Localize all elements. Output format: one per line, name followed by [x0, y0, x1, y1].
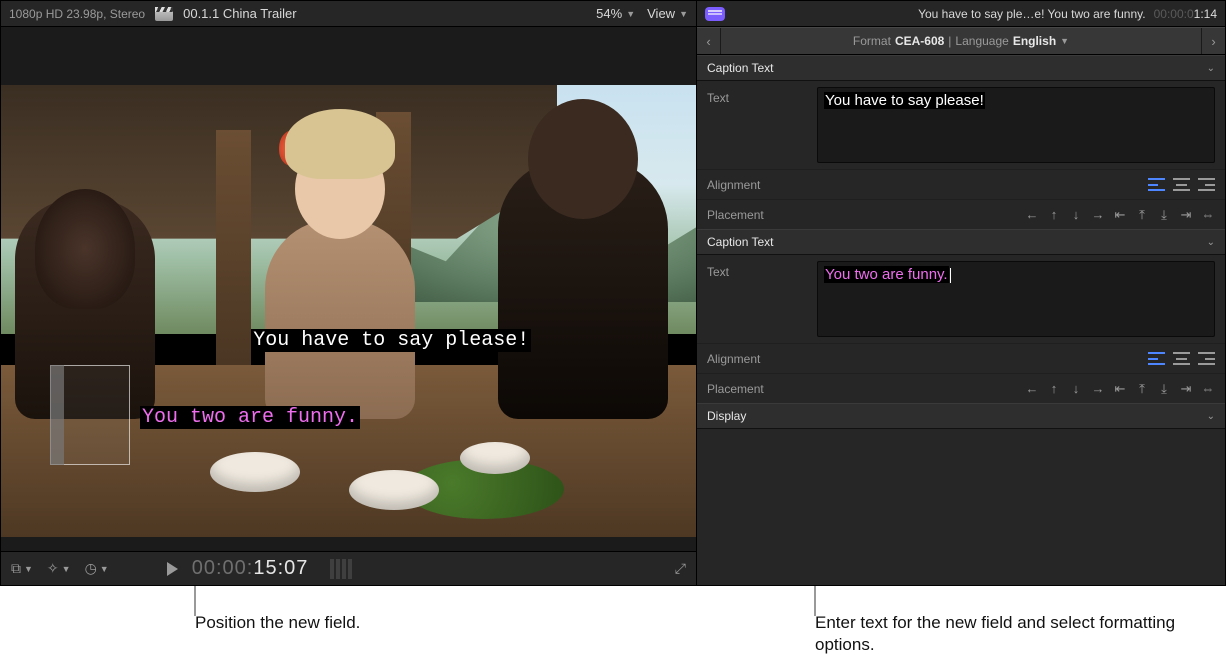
placement-bottom-button[interactable]: ⤓ — [1157, 381, 1171, 397]
play-button[interactable] — [167, 562, 178, 576]
chevron-down-icon: ▼ — [626, 9, 635, 19]
format-language-dropdown[interactable]: Format CEA-608 | Language English ▼ — [721, 34, 1201, 48]
placement-center-button[interactable]: ⇔ — [1201, 381, 1215, 396]
placement-left-button[interactable]: ← — [1025, 381, 1039, 396]
language-label: Language — [955, 34, 1008, 48]
placement-right-button[interactable]: → — [1091, 381, 1105, 396]
chevron-down-icon: ▼ — [679, 9, 688, 19]
annotation-layer: Position the new field. Enter text for t… — [0, 586, 1226, 666]
text-label: Text — [707, 261, 807, 279]
format-language-bar: ‹ Format CEA-608 | Language English ▼ › — [697, 27, 1225, 55]
caption-text-input-1[interactable]: You have to say please! — [817, 87, 1215, 163]
placement-row-2: Placement ← ↑ ↓ → ⇤ ⤒ ⤓ ⇥ ⇔ — [697, 373, 1225, 403]
text-cursor — [950, 268, 951, 283]
align-left-button[interactable] — [1148, 352, 1165, 365]
placement-left-button[interactable]: ← — [1025, 207, 1039, 222]
viewer-canvas-area: You have to say please! You two are funn… — [1, 27, 696, 551]
view-label: View — [647, 6, 675, 21]
section-title: Caption Text — [707, 61, 774, 75]
view-dropdown[interactable]: View ▼ — [647, 6, 688, 21]
retime-button[interactable]: ◷▼ — [85, 560, 109, 577]
clip-title[interactable]: 00.1.1 China Trailer — [183, 6, 296, 21]
divider: | — [948, 34, 951, 48]
format-value: CEA-608 — [895, 34, 944, 48]
inspector-top-bar: You have to say ple…e! You two are funny… — [697, 1, 1225, 27]
format-label: Format — [853, 34, 891, 48]
alignment-row-1: Alignment — [697, 169, 1225, 199]
align-center-button[interactable] — [1173, 352, 1190, 365]
alignment-label: Alignment — [707, 352, 807, 366]
align-center-button[interactable] — [1173, 178, 1190, 191]
callout-right: Enter text for the new field and select … — [815, 612, 1195, 656]
callout-left: Position the new field. — [195, 612, 360, 634]
caption-inspector-icon[interactable] — [705, 7, 725, 21]
alignment-row-2: Alignment — [697, 343, 1225, 373]
zoom-value: 54% — [596, 6, 622, 21]
caption-block-2: Caption Text ⌄ Text You two are funny. A… — [697, 229, 1225, 429]
prev-caption-button[interactable]: ‹ — [697, 28, 721, 54]
viewer-transport-bar: ⧉▼ ✧▼ ◷▼ 00:00:15:07 ⤢ — [1, 551, 696, 585]
placement-center-button[interactable]: ⇔ — [1201, 207, 1215, 222]
align-right-button[interactable] — [1198, 178, 1215, 191]
placement-far-left-button[interactable]: ⇤ — [1113, 207, 1127, 223]
display-label: Display — [707, 409, 746, 423]
fullscreen-button[interactable]: ⤢ — [675, 560, 686, 577]
placement-bottom-button[interactable]: ⤓ — [1157, 207, 1171, 223]
alignment-label: Alignment — [707, 178, 807, 192]
align-right-button[interactable] — [1198, 352, 1215, 365]
caption-text-input-2[interactable]: You two are funny. — [817, 261, 1215, 337]
viewer-pane: 1080p HD 23.98p, Stereo 00.1.1 China Tra… — [1, 1, 696, 585]
placement-top-button[interactable]: ⤒ — [1135, 207, 1149, 223]
text-label: Text — [707, 87, 807, 105]
chevron-down-icon: ⌄ — [1207, 237, 1215, 248]
placement-right-button[interactable]: → — [1091, 207, 1105, 222]
caption-text-row-1: Text You have to say please! — [697, 81, 1225, 169]
viewer-top-bar: 1080p HD 23.98p, Stereo 00.1.1 China Tra… — [1, 1, 696, 27]
caption-text-row-2: Text You two are funny. — [697, 255, 1225, 343]
section-title: Caption Text — [707, 235, 774, 249]
language-value: English — [1013, 34, 1056, 48]
timecode-display[interactable]: 00:00:15:07 — [192, 557, 309, 581]
clip-appearance-button[interactable]: ⧉▼ — [11, 560, 33, 577]
chevron-down-icon: ⌄ — [1207, 63, 1215, 74]
caption-summary: You have to say ple…e! You two are funny… — [733, 7, 1146, 21]
display-section-header[interactable]: Display ⌄ — [697, 403, 1225, 429]
placement-label: Placement — [707, 208, 807, 222]
clapperboard-icon — [155, 7, 173, 21]
caption-text-1: You have to say please! — [824, 92, 985, 109]
placement-row-1: Placement ← ↑ ↓ → ⇤ ⤒ ⤓ ⇥ ⇔ — [697, 199, 1225, 229]
placement-far-right-button[interactable]: ⇥ — [1179, 207, 1193, 223]
caption-selection-handle[interactable] — [50, 365, 130, 465]
timecode-hi: 15:07 — [253, 557, 308, 579]
placement-down-button[interactable]: ↓ — [1069, 381, 1083, 396]
caption-duration: 00:00:01:14 — [1154, 7, 1217, 21]
caption-overlay-1[interactable]: You have to say please! — [251, 329, 531, 352]
caption-block-1: Caption Text ⌄ Text You have to say plea… — [697, 55, 1225, 229]
placement-far-right-button[interactable]: ⇥ — [1179, 381, 1193, 397]
chevron-down-icon: ▼ — [1060, 36, 1069, 46]
next-caption-button[interactable]: › — [1201, 28, 1225, 54]
caption-overlay-2[interactable]: You two are funny. — [140, 406, 360, 429]
viewer-canvas[interactable]: You have to say please! You two are funn… — [1, 85, 696, 537]
zoom-dropdown[interactable]: 54% ▼ — [596, 6, 635, 21]
effects-toggle-button[interactable]: ✧▼ — [47, 560, 71, 577]
caption-text-section-header[interactable]: Caption Text ⌄ — [697, 55, 1225, 81]
video-spec: 1080p HD 23.98p, Stereo — [9, 7, 145, 21]
app-window: 1080p HD 23.98p, Stereo 00.1.1 China Tra… — [0, 0, 1226, 586]
placement-top-button[interactable]: ⤒ — [1135, 381, 1149, 397]
placement-up-button[interactable]: ↑ — [1047, 207, 1061, 222]
align-left-button[interactable] — [1148, 178, 1165, 191]
inspector-pane: You have to say ple…e! You two are funny… — [696, 1, 1225, 585]
placement-label: Placement — [707, 382, 807, 396]
chevron-down-icon: ⌄ — [1207, 411, 1215, 422]
placement-far-left-button[interactable]: ⇤ — [1113, 381, 1127, 397]
timecode-dim: 00:00: — [192, 557, 254, 579]
audio-meter — [330, 559, 352, 579]
caption-text-section-header-2[interactable]: Caption Text ⌄ — [697, 229, 1225, 255]
caption-text-2: You two are funny. — [824, 266, 949, 283]
placement-up-button[interactable]: ↑ — [1047, 381, 1061, 396]
video-frame — [1, 85, 696, 537]
placement-down-button[interactable]: ↓ — [1069, 207, 1083, 222]
